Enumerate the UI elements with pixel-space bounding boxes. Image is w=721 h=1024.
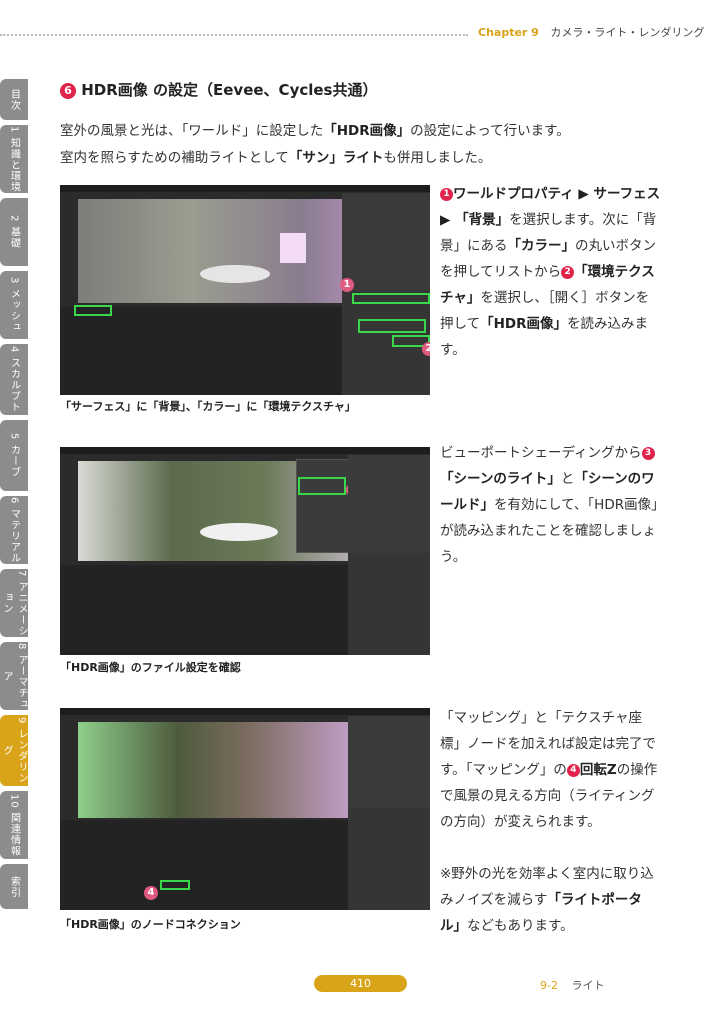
intro-text: 室外の風景と光は、「ワールド」に設定した (60, 123, 324, 139)
chapter-number: Chapter 9 (478, 26, 539, 39)
outliner-panel (342, 193, 430, 291)
tab-chapter-9[interactable]: 9 レンダリング (0, 715, 28, 786)
step-marker: 2 (561, 265, 575, 279)
node-editor (60, 307, 342, 395)
highlight-box (358, 319, 426, 333)
figure-caption: 「サーフェス」に「背景」、「カラー」に「環境テクスチャ」 (60, 400, 356, 413)
tab-chapter-7[interactable]: 7 アニメーション (0, 569, 28, 637)
outliner-panel (348, 455, 430, 553)
callout-marker: 1 (340, 278, 354, 292)
tab-contents[interactable]: 目次 (0, 79, 28, 120)
tab-chapter-3[interactable]: 3 メッシュ (0, 271, 28, 339)
tab-label: 10 関連情報 (8, 793, 20, 857)
menubar (60, 708, 430, 715)
callout-marker: 4 (144, 886, 158, 900)
step-text: と (560, 471, 575, 487)
step2-text: ビューポートシェーディングから 3「シーンのライト」と「シーンのワールド」を有効に… (440, 440, 662, 570)
tab-index[interactable]: 索引 (0, 864, 28, 909)
tab-chapter-6[interactable]: 6 マテリアル (0, 496, 28, 564)
menubar (60, 185, 430, 192)
menubar (60, 447, 430, 454)
intro-text: の設定によって行います。 (410, 123, 570, 139)
tab-label: 5 カーブ (8, 433, 20, 478)
chapter-title: カメラ・ライト・レンダリング (550, 26, 705, 39)
tab-chapter-10[interactable]: 10 関連情報 (0, 791, 28, 859)
step1-text: 1 ワールドプロパティ ▶ サーフェス ▶ 「背景」を選択します。次に「背景」にあ… (440, 181, 662, 363)
intro-text: も併用しました。 (383, 150, 492, 166)
footer-section-title: ライト (571, 979, 605, 992)
properties-panel (348, 553, 430, 655)
chapter-header: Chapter 9 カメラ・ライト・レンダリング (478, 24, 704, 40)
window-glow (280, 233, 306, 263)
callout-marker: 2 (422, 342, 430, 356)
tab-label: 3 メッシュ (8, 277, 20, 333)
blender-screenshot-shading: 3 (60, 447, 430, 655)
header-rule (0, 34, 468, 36)
tab-chapter-4[interactable]: 4 スカルプト (0, 344, 28, 415)
tab-label: 4 スカルプト (8, 346, 20, 413)
step-bold: 回転Z (579, 762, 617, 778)
tab-label: 索引 (8, 875, 20, 898)
figure-caption: 「HDR画像」のノードコネクション (60, 918, 241, 931)
tab-chapter-1[interactable]: 1 知識と環境 (0, 125, 28, 193)
node-editor (60, 565, 348, 655)
step3-text: 「マッピング」と「テクスチャ座標」ノードを加えれば設定は完了です。「マッピング」… (440, 705, 662, 939)
highlight-box (160, 880, 190, 890)
section-number-badge: 6 (60, 82, 76, 99)
intro-text: 室内を照らすための補助ライトとして (60, 150, 289, 166)
intro-bold: 「サン」ライト (288, 150, 384, 166)
step-marker: 1 (440, 187, 453, 201)
tab-chapter-8[interactable]: 8 アーマチュア (0, 642, 28, 710)
intro-paragraph: 室外の風景と光は、「ワールド」に設定した「HDR画像」の設定によって行います。 … (60, 118, 570, 172)
highlight-box (352, 293, 430, 304)
tab-chapter-5[interactable]: 5 カーブ (0, 420, 28, 491)
blender-screenshot-world: 1 2 (60, 185, 430, 395)
step-marker: 4 (566, 763, 580, 777)
outliner-panel (348, 716, 430, 808)
step-bold: 「カラー」 (507, 238, 576, 254)
figure-caption: 「HDR画像」のファイル設定を確認 (60, 661, 241, 674)
section-title: 6 HDR画像 の設定（Eevee、Cycles共通） (60, 79, 377, 100)
step-marker: 3 (641, 446, 655, 460)
section-title-text: HDR画像 の設定（Eevee、Cycles共通） (81, 81, 378, 99)
tab-label: 9 レンダリング (1, 717, 27, 784)
blender-screenshot-nodes: 4 (60, 708, 430, 910)
tab-chapter-2[interactable]: 2 基礎 (0, 198, 28, 266)
page-number: 410 (314, 975, 407, 992)
viewport-render (78, 722, 362, 818)
tab-label: 2 基礎 (8, 215, 20, 249)
node-editor (60, 820, 348, 910)
tab-label: 8 アーマチュア (1, 642, 27, 710)
footer-section: 9-2 ライト (540, 977, 604, 993)
intro-bold: 「HDR画像」 (323, 123, 411, 139)
tab-label: 6 マテリアル (8, 496, 20, 564)
table-object (200, 523, 278, 541)
step-bold: 「HDR画像」 (480, 316, 568, 332)
step-text: ビューポートシェーディングから (440, 445, 642, 461)
table-object (200, 265, 270, 283)
tab-label: 目次 (8, 88, 20, 111)
tab-label: 1 知識と環境 (8, 125, 20, 193)
note-text: などもあります。 (467, 918, 574, 934)
step-bold: 「シーンのライト」 (440, 471, 561, 487)
highlight-box (74, 305, 112, 316)
tab-label: 7 アニメーション (1, 569, 27, 637)
properties-panel (348, 808, 430, 910)
highlight-box (298, 477, 346, 495)
footer-section-number: 9-2 (540, 979, 558, 992)
